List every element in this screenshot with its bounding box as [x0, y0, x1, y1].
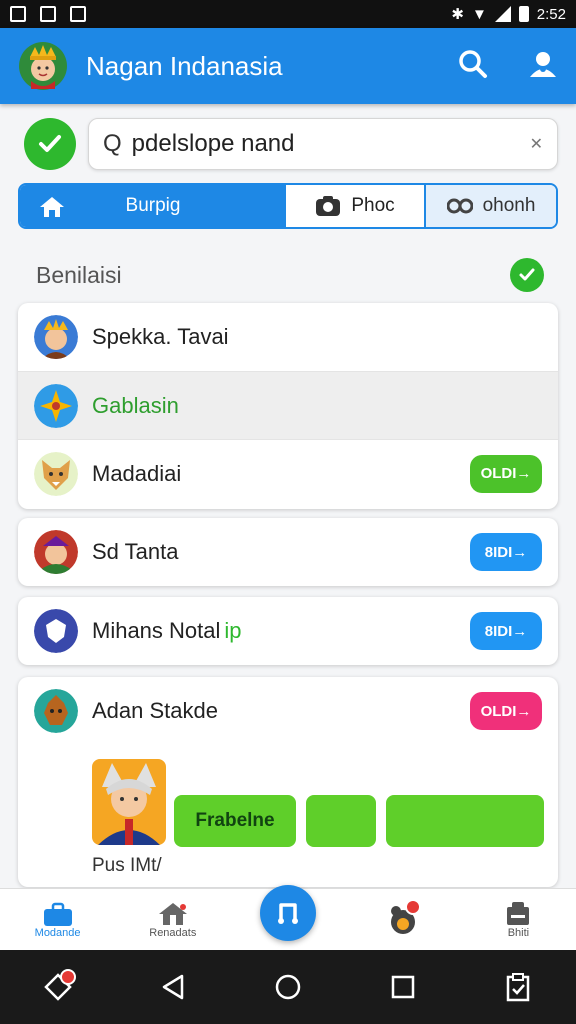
nav-item-profile[interactable] — [346, 889, 461, 950]
wifi-icon: ▼ — [471, 5, 487, 23]
clipboard-button[interactable] — [496, 965, 540, 1009]
star-badge-icon — [34, 383, 78, 428]
home-button[interactable] — [266, 965, 310, 1009]
account-button[interactable] — [528, 49, 558, 84]
list-item-label: Adan Stakde — [92, 698, 218, 723]
list-item[interactable]: Spekka. Tavai — [18, 303, 558, 371]
signal-icon — [494, 6, 511, 22]
nav-label: Bhiti — [507, 926, 530, 939]
list-item[interactable]: Gablasin — [18, 371, 558, 439]
list-item[interactable]: Madadiai OLDI→ — [18, 439, 558, 507]
search-button[interactable] — [458, 49, 488, 84]
recents-icon — [391, 975, 415, 999]
check-icon[interactable] — [510, 258, 544, 292]
tag-button[interactable] — [36, 965, 80, 1009]
clipboard-check-icon — [507, 973, 530, 1002]
download-icon — [40, 6, 56, 22]
notification-badge — [59, 969, 76, 985]
hero-avatar-icon — [34, 530, 78, 574]
nav-label: Renadats — [149, 926, 197, 939]
nav-label: Modande — [34, 926, 81, 939]
nav-item-renadats[interactable]: Renadats — [115, 889, 230, 950]
clock: 2:52 — [536, 5, 566, 23]
character-thumbnail-icon[interactable] — [92, 759, 166, 845]
action-pill-button[interactable]: OLDI→ — [470, 692, 542, 730]
tab-phoc[interactable]: Phoc — [286, 185, 426, 227]
tab-label: Phoc — [351, 195, 395, 216]
lion-avatar-icon — [34, 689, 78, 733]
crowned-hero-logo-icon — [18, 41, 68, 91]
search-field[interactable]: Q ✕ — [88, 118, 558, 170]
notification-badge — [404, 899, 421, 915]
tab-ohonh[interactable]: ohonh — [426, 185, 556, 227]
messenger-icon — [70, 6, 86, 22]
green-wide-button[interactable] — [386, 795, 544, 847]
action-pill-button[interactable]: OLDI→ — [470, 454, 542, 493]
home-circle-icon — [275, 974, 301, 1000]
list-item-label: Mihans Notal — [92, 618, 221, 643]
list-item[interactable]: Mihans Notal ip 8IDI→ — [18, 597, 558, 665]
search-icon — [459, 49, 487, 78]
recents-button[interactable] — [381, 965, 425, 1009]
link-icon — [446, 198, 473, 214]
back-button[interactable] — [151, 965, 195, 1009]
battery-icon — [518, 6, 529, 22]
verified-check-icon[interactable] — [24, 118, 76, 170]
ip-tag: ip — [224, 618, 242, 643]
notification-icon — [10, 6, 26, 22]
search-input[interactable] — [131, 130, 530, 158]
frabelne-button[interactable]: Frabelne — [174, 795, 296, 847]
music-icon — [278, 903, 298, 924]
clear-icon[interactable]: ✕ — [530, 134, 543, 154]
green-action-button[interactable] — [306, 795, 376, 847]
nav-item-modande[interactable]: Modande — [0, 889, 115, 950]
feature-card: Adan Stakde OLDI→ Frabelne Pus IMt/ — [18, 677, 558, 887]
list-item[interactable]: Adan Stakde OLDI→ — [18, 677, 558, 745]
app-bar: Nagan Indanasia — [0, 28, 576, 104]
house-icon — [158, 902, 187, 925]
document-icon — [507, 901, 530, 925]
list-item-label: Gablasin — [92, 392, 179, 418]
bluetooth-icon: ✱ — [451, 6, 464, 23]
list-card[interactable]: Mihans Notal ip 8IDI→ — [18, 597, 558, 665]
tab-burpig[interactable]: Burpig — [20, 185, 286, 227]
music-fab-button[interactable] — [260, 885, 316, 941]
tab-label: Burpig — [125, 195, 181, 216]
status-bar: ✱ ▼ 2:52 — [0, 0, 576, 28]
tab-label: ohonh — [482, 195, 536, 216]
briefcase-icon — [43, 902, 72, 926]
search-prefix-label: Q — [103, 130, 122, 157]
list-item-label: Sd Tanta — [92, 539, 179, 564]
camera-icon — [316, 196, 341, 216]
list-item-label: Madadiai — [92, 460, 182, 486]
list-item-label: Spekka. Tavai — [92, 324, 229, 349]
segmented-tabs: Burpig Phoc ohonh — [18, 183, 558, 229]
section-header: Benilaisi — [36, 258, 544, 292]
warrior-avatar-icon — [34, 315, 78, 359]
list-item[interactable]: Sd Tanta 8IDI→ — [18, 518, 558, 586]
feature-content: Frabelne Pus IMt/ — [34, 757, 544, 877]
app-title: Nagan Indanasia — [86, 50, 283, 81]
list-group-card: Spekka. Tavai Gablasin Madadiai OLDI→ — [18, 303, 558, 509]
home-icon — [40, 197, 64, 217]
shield-avatar-icon — [34, 609, 78, 653]
nav-item-bhiti[interactable]: Bhiti — [461, 889, 576, 950]
section-title: Benilaisi — [36, 261, 122, 288]
fox-avatar-icon — [34, 451, 78, 496]
account-icon — [530, 51, 556, 77]
back-icon — [162, 974, 184, 1000]
list-card[interactable]: Sd Tanta 8IDI→ — [18, 518, 558, 586]
action-pill-button[interactable]: 8IDI→ — [470, 612, 542, 650]
search-row: Q ✕ — [24, 116, 558, 172]
system-nav-bar — [0, 950, 576, 1024]
action-pill-button[interactable]: 8IDI→ — [470, 533, 542, 571]
bottom-nav: Modande Renadats Bhiti — [0, 885, 576, 950]
thumbnail-caption: Pus IMt/ — [92, 855, 162, 876]
